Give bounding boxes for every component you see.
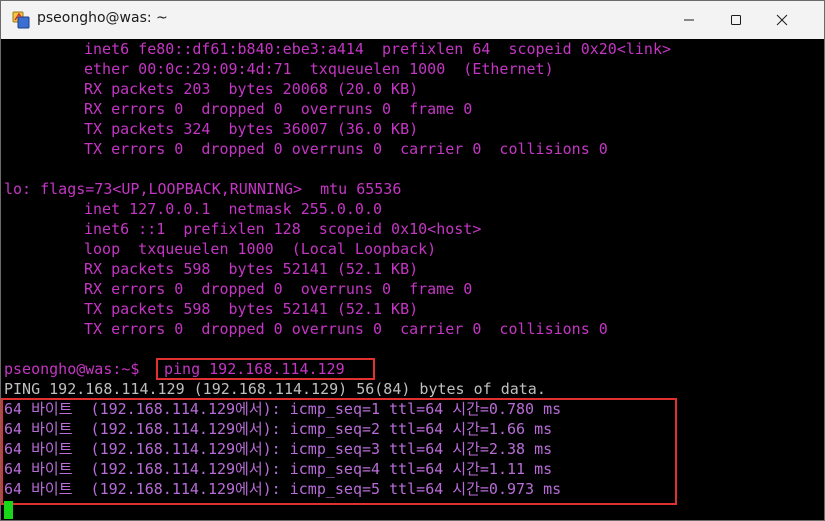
ifconfig-line: RX packets 203 bytes 20068 (20.0 KB) bbox=[84, 80, 419, 98]
ifconfig-line: inet6 ::1 prefixlen 128 scopeid 0x10<hos… bbox=[84, 220, 482, 238]
close-button[interactable] bbox=[759, 1, 805, 39]
close-icon bbox=[776, 14, 788, 26]
minimize-button[interactable] bbox=[666, 1, 712, 39]
shell-prompt: pseongho@was:~$ bbox=[4, 360, 140, 378]
maximize-icon bbox=[731, 15, 741, 25]
ifconfig-line: RX errors 0 dropped 0 overruns 0 frame 0 bbox=[84, 100, 473, 118]
window-title: pseongho@was: ~ bbox=[37, 10, 168, 26]
ifconfig-line: inet 127.0.0.1 netmask 255.0.0.0 bbox=[84, 200, 383, 218]
lo-interface-header: lo: flags=73<UP,LOOPBACK,RUNNING> mtu 65… bbox=[4, 180, 402, 198]
title-bar[interactable]: pseongho@was: ~ bbox=[1, 1, 824, 39]
terminal-cursor bbox=[4, 501, 13, 519]
minimize-icon bbox=[684, 19, 694, 21]
maximize-button[interactable] bbox=[713, 1, 759, 39]
ifconfig-line: RX packets 598 bytes 52141 (52.1 KB) bbox=[84, 260, 419, 278]
ifconfig-line: TX errors 0 dropped 0 overruns 0 carrier… bbox=[84, 320, 608, 338]
ping-header-line: PING 192.168.114.129 (192.168.114.129) 5… bbox=[4, 380, 546, 398]
command-highlight-box bbox=[156, 358, 375, 380]
terminal-window: pseongho@was: ~ inet6 fe80::df61:b840:eb… bbox=[0, 0, 825, 521]
ifconfig-line: TX packets 598 bytes 52141 (52.1 KB) bbox=[84, 300, 419, 318]
ifconfig-line: ether 00:0c:29:09:4d:71 txqueuelen 1000 … bbox=[84, 60, 554, 78]
ifconfig-line: loop txqueuelen 1000 (Local Loopback) bbox=[84, 240, 437, 258]
replies-highlight-box bbox=[1, 398, 677, 505]
terminal-app-icon bbox=[12, 11, 30, 29]
ifconfig-line: TX errors 0 dropped 0 overruns 0 carrier… bbox=[84, 140, 608, 158]
ifconfig-line: TX packets 324 bytes 36007 (36.0 KB) bbox=[84, 120, 419, 138]
ifconfig-line: RX errors 0 dropped 0 overruns 0 frame 0 bbox=[84, 280, 473, 298]
ifconfig-line: inet6 fe80::df61:b840:ebe3:a414 prefixle… bbox=[84, 40, 671, 58]
terminal-output[interactable]: inet6 fe80::df61:b840:ebe3:a414 prefixle… bbox=[1, 39, 824, 520]
